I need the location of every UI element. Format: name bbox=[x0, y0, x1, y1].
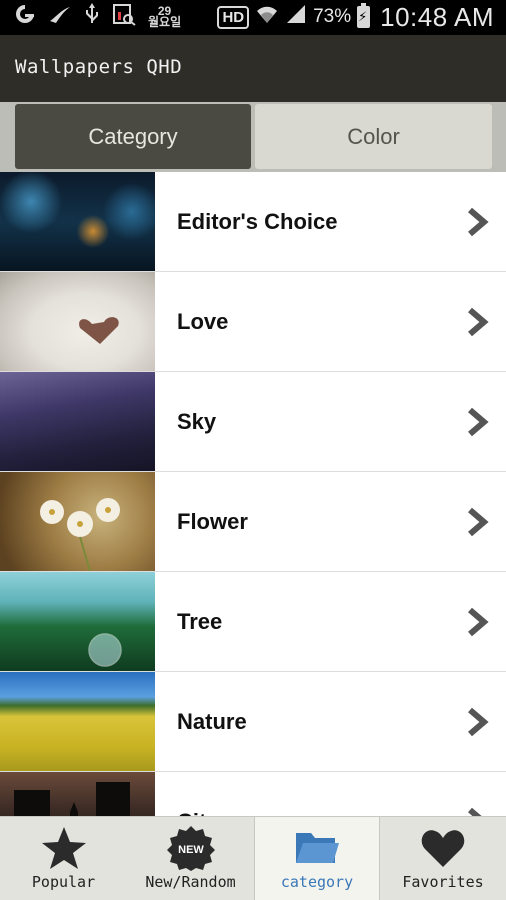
status-right-icons: HD 73% 10:48 AM bbox=[217, 1, 494, 32]
heart-icon bbox=[421, 830, 465, 867]
battery-charging-icon bbox=[357, 3, 371, 28]
usb-icon bbox=[84, 2, 100, 33]
chevron-right-icon bbox=[468, 407, 489, 437]
new-badge-text: NEW bbox=[178, 844, 204, 856]
app-bar: Wallpapers QHD bbox=[0, 35, 506, 102]
nav-label: Popular bbox=[31, 873, 96, 891]
app-title: Wallpapers QHD bbox=[15, 56, 183, 78]
tab-color[interactable]: Color bbox=[255, 104, 492, 169]
chart-search-icon bbox=[112, 2, 136, 33]
category-label: Love bbox=[177, 309, 229, 334]
nav-label: category bbox=[280, 873, 354, 891]
category-list[interactable]: Editor's Choice Love Sky Flower Tree Nat… bbox=[0, 172, 506, 816]
status-left-icons: 29 월요일 bbox=[14, 2, 182, 33]
category-label: Nature bbox=[177, 709, 247, 734]
category-thumbnail bbox=[0, 272, 155, 371]
chevron-right-icon bbox=[468, 507, 489, 537]
category-thumbnail bbox=[0, 672, 155, 771]
nav-label: Favorites bbox=[402, 873, 484, 891]
category-row-nature[interactable]: Nature bbox=[0, 672, 506, 772]
category-thumbnail bbox=[0, 372, 155, 471]
swoosh-icon bbox=[48, 3, 72, 32]
category-thumbnail bbox=[0, 472, 155, 571]
hd-badge: HD bbox=[217, 5, 250, 29]
clock: 10:48 AM bbox=[380, 1, 494, 32]
nav-new-random[interactable]: NEW New/Random bbox=[127, 817, 254, 900]
category-row-love[interactable]: Love bbox=[0, 272, 506, 372]
folder-icon bbox=[296, 833, 339, 863]
category-label: Sky bbox=[177, 409, 217, 434]
chevron-right-icon bbox=[468, 207, 489, 237]
signal-icon bbox=[285, 3, 307, 32]
category-thumbnail bbox=[0, 772, 155, 816]
nav-category[interactable]: category bbox=[254, 817, 380, 900]
category-row-city[interactable]: City bbox=[0, 772, 506, 816]
status-bar: 29 월요일 HD 73% 10:48 AM bbox=[0, 0, 506, 35]
category-row-sky[interactable]: Sky bbox=[0, 372, 506, 472]
star-icon bbox=[41, 827, 86, 869]
category-label: Tree bbox=[177, 609, 223, 634]
nav-popular[interactable]: Popular bbox=[0, 817, 127, 900]
chevron-right-icon bbox=[468, 607, 489, 637]
wifi-icon bbox=[255, 3, 279, 32]
chevron-right-icon bbox=[468, 807, 482, 816]
tab-category[interactable]: Category bbox=[15, 104, 251, 169]
category-row-flower[interactable]: Flower bbox=[0, 472, 506, 572]
tab-bar: Category Color bbox=[0, 102, 506, 172]
new-badge-icon: NEW bbox=[166, 826, 215, 871]
category-label: Flower bbox=[177, 509, 248, 534]
battery-percent: 73% bbox=[313, 6, 352, 27]
category-thumbnail bbox=[0, 572, 155, 671]
bottom-nav: Popular NEW New/Random category Favorite… bbox=[0, 816, 506, 900]
category-row-tree[interactable]: Tree bbox=[0, 572, 506, 672]
category-thumbnail bbox=[0, 172, 155, 271]
calendar-icon: 29 월요일 bbox=[148, 4, 182, 29]
chevron-right-icon bbox=[468, 307, 489, 337]
chevron-right-icon bbox=[468, 707, 489, 737]
category-row-editors-choice[interactable]: Editor's Choice bbox=[0, 172, 506, 272]
category-label: City bbox=[177, 772, 219, 816]
sync-icon bbox=[14, 3, 36, 32]
nav-favorites[interactable]: Favorites bbox=[380, 817, 506, 900]
nav-label: New/Random bbox=[145, 873, 236, 891]
category-label: Editor's Choice bbox=[177, 209, 338, 234]
